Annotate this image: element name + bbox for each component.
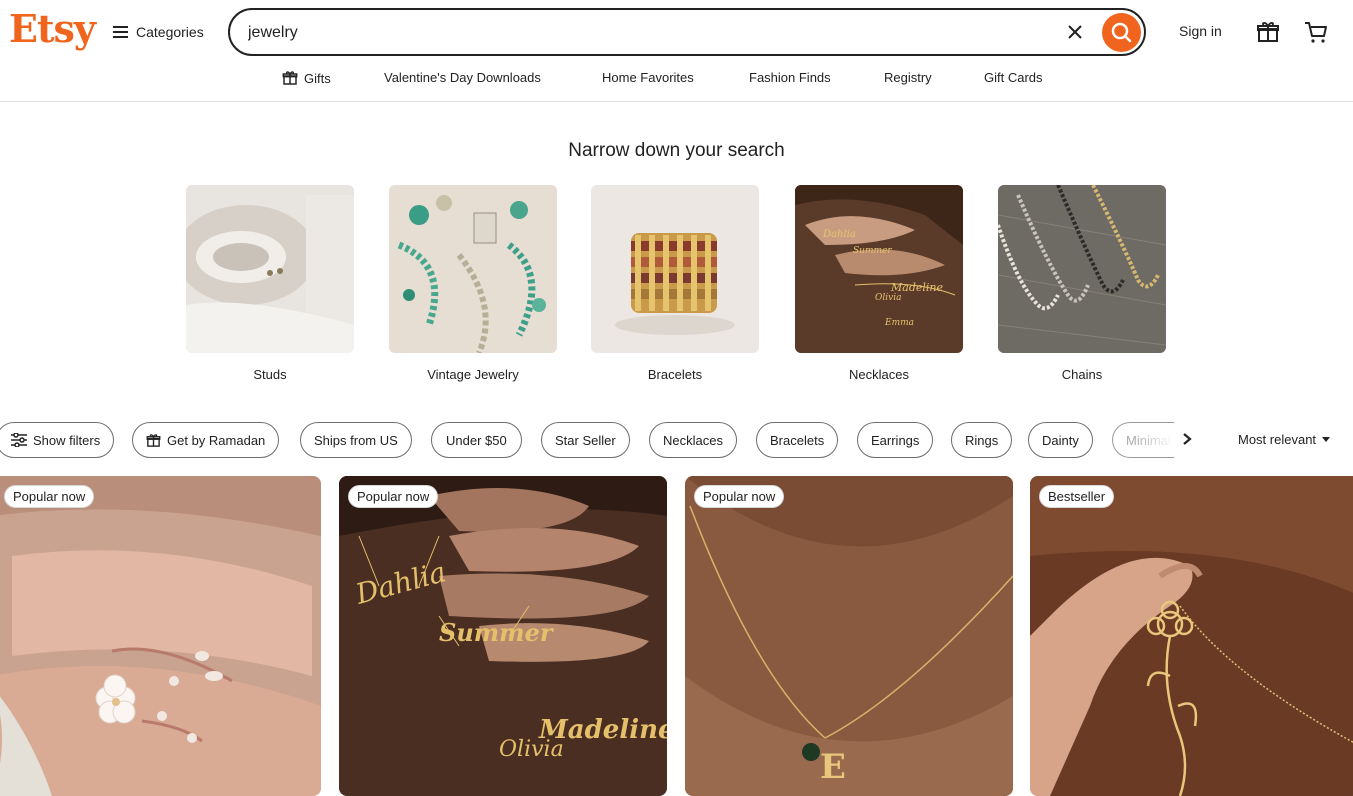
header: Etsy Categories Sign in <box>0 0 1353 62</box>
listing-badge: Popular now <box>694 485 785 508</box>
category-card-necklaces[interactable]: Dahlia Summer Madeline Olivia Emma Neckl… <box>795 185 963 382</box>
chip-ships-from-us[interactable]: Ships from US <box>300 422 412 458</box>
listing-badge: Bestseller <box>1039 485 1115 508</box>
chip-label: Minimal <box>1126 432 1171 448</box>
gift-icon <box>146 433 161 447</box>
category-label: Chains <box>1061 367 1103 382</box>
nav-item-label: Gifts <box>304 70 331 86</box>
chip-dainty[interactable]: Dainty <box>1028 422 1093 458</box>
svg-text:Olivia: Olivia <box>499 737 564 762</box>
nav-item-gift-cards[interactable]: Gift Cards <box>984 70 1043 85</box>
nav-item-valentines[interactable]: Valentine's Day Downloads <box>384 70 541 85</box>
show-filters-button[interactable]: Show filters <box>0 422 115 458</box>
chip-get-by-ramadan[interactable]: Get by Ramadan <box>132 422 280 458</box>
listing-card[interactable]: E Popular now <box>685 476 1013 796</box>
chip-necklaces[interactable]: Necklaces <box>649 422 737 458</box>
svg-text:E: E <box>820 747 846 787</box>
chip-bracelets[interactable]: Bracelets <box>756 422 839 458</box>
listing-badge: Popular now <box>348 485 439 508</box>
category-card-vintage-jewelry[interactable]: Vintage Jewelry <box>389 185 557 382</box>
chip-rings[interactable]: Rings <box>951 422 1013 458</box>
category-card-chains[interactable]: Chains <box>998 185 1166 382</box>
sign-in-link[interactable]: Sign in <box>1179 23 1222 39</box>
svg-text:Emma: Emma <box>884 318 914 328</box>
cart-icon[interactable] <box>1303 20 1329 44</box>
sort-dropdown[interactable]: Most relevant <box>1238 432 1331 447</box>
etsy-logo[interactable]: Etsy <box>9 6 96 51</box>
category-image <box>998 185 1166 353</box>
search-icon <box>1111 22 1132 43</box>
search-input[interactable] <box>248 20 1028 46</box>
category-label: Studs <box>253 367 287 382</box>
chip-under-50[interactable]: Under $50 <box>431 422 522 458</box>
category-label: Necklaces <box>849 367 909 382</box>
svg-text:Summer: Summer <box>853 246 892 256</box>
nav-item-gifts[interactable]: Gifts <box>282 70 331 86</box>
chip-minimal[interactable]: Minimal <box>1112 422 1174 458</box>
chip-label: Get by Ramadan <box>167 432 266 448</box>
gift-icon <box>282 71 298 85</box>
clear-search-button[interactable] <box>1064 21 1086 43</box>
close-icon <box>1068 25 1082 39</box>
listing-card[interactable]: Dahlia Summer Madeline Olivia Popular no… <box>339 476 667 796</box>
listing-image <box>0 476 321 796</box>
chip-label: Show filters <box>33 432 101 448</box>
listing-image <box>1030 476 1353 796</box>
narrow-search-title: Narrow down your search <box>568 140 785 161</box>
svg-text:Summer: Summer <box>439 618 555 647</box>
chevron-right-icon[interactable] <box>1180 431 1194 447</box>
category-nav: Gifts Valentine's Day Downloads Home Fav… <box>0 62 1353 102</box>
menu-icon <box>113 26 128 38</box>
category-label: Bracelets <box>647 367 703 382</box>
category-image <box>389 185 557 353</box>
listing-card[interactable]: Popular now <box>0 476 321 796</box>
search-button[interactable] <box>1102 13 1141 52</box>
listing-image: E <box>685 476 1013 796</box>
svg-text:Dahlia: Dahlia <box>822 229 856 240</box>
category-image <box>186 185 354 353</box>
nav-item-fashion-finds[interactable]: Fashion Finds <box>749 70 831 85</box>
svg-text:Olivia: Olivia <box>875 293 901 303</box>
listing-badge: Popular now <box>4 485 95 508</box>
category-card-studs[interactable]: Studs <box>186 185 354 382</box>
chip-earrings[interactable]: Earrings <box>857 422 934 458</box>
category-label: Vintage Jewelry <box>427 367 519 382</box>
search-bar <box>228 8 1146 56</box>
listing-card[interactable]: Bestseller <box>1030 476 1353 796</box>
sort-label: Most relevant <box>1238 432 1317 447</box>
caret-down-icon <box>1322 436 1331 442</box>
chip-star-seller[interactable]: Star Seller <box>541 422 630 458</box>
nav-item-registry[interactable]: Registry <box>884 70 932 85</box>
category-image <box>591 185 759 353</box>
filter-sliders-icon <box>11 433 27 447</box>
categories-button[interactable]: Categories <box>113 20 204 44</box>
category-image: Dahlia Summer Madeline Olivia Emma <box>795 185 963 353</box>
listing-image: Dahlia Summer Madeline Olivia <box>339 476 667 796</box>
categories-label: Categories <box>136 24 204 40</box>
gift-icon[interactable] <box>1256 20 1280 44</box>
category-card-bracelets[interactable]: Bracelets <box>591 185 759 382</box>
nav-item-home-favorites[interactable]: Home Favorites <box>602 70 694 85</box>
